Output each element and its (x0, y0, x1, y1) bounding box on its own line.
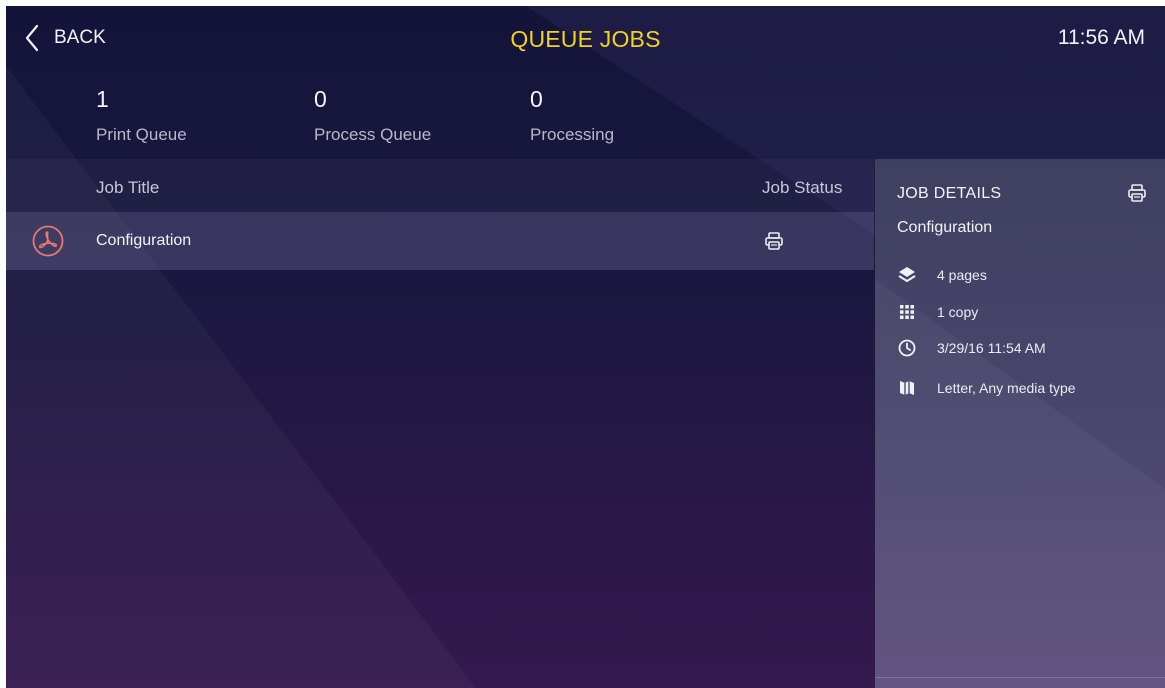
stat-label: Processing (530, 125, 615, 144)
column-header-job-status: Job Status (762, 178, 843, 197)
clock-icon (898, 339, 916, 357)
pdf-icon (32, 225, 64, 257)
detail-media: Letter, Any media type (897, 378, 1076, 398)
job-title: Configuration (96, 232, 192, 249)
stat-process-queue[interactable]: 0 Process Queue (314, 86, 431, 145)
page-title: QUEUE JOBS (510, 26, 661, 52)
stat-processing[interactable]: 0 Processing (530, 86, 614, 145)
layers-icon (898, 267, 916, 282)
stat-value: 0 (530, 86, 543, 112)
detail-date-text: 3/29/16 11:54 AM (937, 340, 1046, 356)
stat-label: Print Queue (96, 125, 187, 144)
detail-pages: 4 pages (897, 265, 987, 285)
media-icon (900, 381, 914, 395)
stat-label: Process Queue (314, 125, 432, 144)
panel-divider (875, 677, 1165, 678)
job-details-panel: JOB DETAILS Configuration 4 pages 1 copy… (875, 159, 1165, 688)
stat-print-queue[interactable]: 1 Print Queue (96, 86, 187, 145)
detail-date: 3/29/16 11:54 AM (897, 338, 1046, 358)
job-row[interactable]: Configuration (6, 212, 874, 270)
column-header-job-title: Job Title (96, 178, 160, 197)
printer-icon (765, 232, 783, 250)
grid-icon (900, 305, 914, 319)
job-name: Configuration (897, 219, 993, 236)
stat-value: 0 (314, 86, 327, 112)
printer-icon[interactable] (1127, 183, 1147, 203)
panel-title: JOB DETAILS (897, 185, 1002, 202)
panel-decoration (875, 279, 1165, 688)
detail-pages-text: 4 pages (937, 267, 987, 283)
detail-copies-text: 1 copy (937, 304, 979, 320)
clock: 11:56 AM (1057, 26, 1145, 49)
detail-copies: 1 copy (897, 302, 978, 322)
stat-value: 1 (96, 86, 109, 112)
screen: BACK QUEUE JOBS 11:56 AM 1 Print Queue 0… (6, 6, 1165, 688)
detail-media-text: Letter, Any media type (937, 380, 1076, 396)
